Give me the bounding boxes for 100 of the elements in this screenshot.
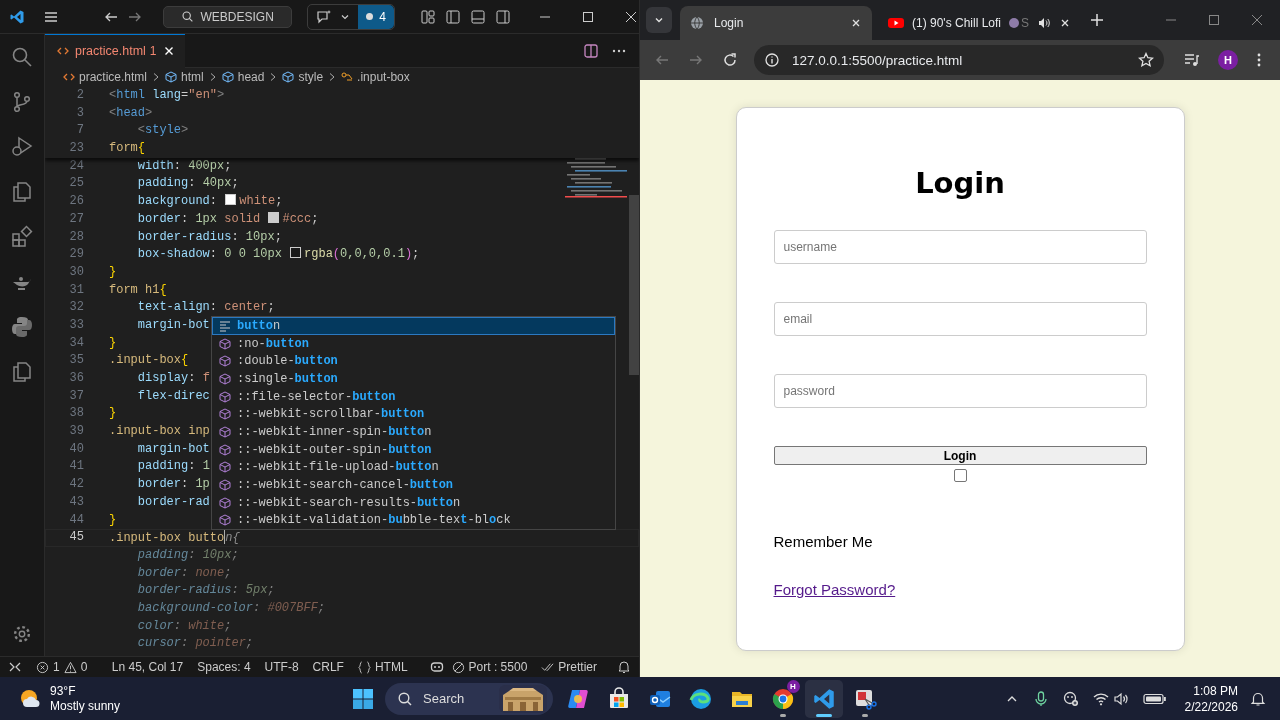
suggestion-item[interactable]: button [212, 317, 615, 335]
scrollbar-thumb[interactable] [629, 195, 639, 375]
close-icon[interactable] [1059, 17, 1071, 29]
line-number: 31 [68, 281, 85, 299]
line-number: 44 [68, 511, 85, 529]
chat-sparkle-icon[interactable] [316, 8, 333, 25]
reload-icon[interactable] [722, 52, 738, 68]
search-icon [181, 10, 195, 23]
breadcrumb-item[interactable]: practice.html [63, 70, 148, 84]
panel-icon[interactable] [470, 8, 486, 25]
line-number: 33 [68, 316, 85, 334]
suggestion-item[interactable]: :no-button [212, 334, 615, 353]
close-icon[interactable] [162, 45, 175, 57]
sidebar-left-icon[interactable] [445, 8, 461, 25]
emoji-plus-icon[interactable] [1062, 690, 1079, 707]
suggestion-item[interactable]: ::-webkit-search-cancel-button [212, 476, 615, 494]
breadcrumb-item[interactable]: style [282, 70, 324, 84]
cube-icon [165, 71, 178, 83]
line-number: 23 [68, 140, 85, 158]
cursor-position[interactable]: Ln 45, Col 17 [111, 660, 184, 674]
profile-avatar[interactable]: H [1218, 50, 1238, 70]
close-icon[interactable] [850, 17, 862, 29]
breadcrumb-item[interactable]: head [221, 70, 265, 84]
suggestion-item[interactable]: ::-webkit-validation-bubble-text-block [212, 511, 615, 530]
search-icon[interactable] [10, 45, 34, 69]
layout-icon[interactable] [420, 8, 436, 25]
files-icon[interactable] [10, 180, 34, 204]
code-icon [63, 71, 75, 83]
suggested-code-line: border-radius: 5px; [136, 582, 275, 600]
app-logo-icon [9, 8, 25, 25]
taskbar-button[interactable]: H [763, 679, 802, 718]
clock[interactable]: 1:08 PM 2/22/2026 [1184, 682, 1238, 715]
line-number: 32 [68, 299, 85, 317]
suggestion-item[interactable]: ::-webkit-file-upload-button [212, 458, 615, 477]
weather-widget[interactable]: 93°F Mostly sunny [18, 683, 353, 714]
code-line: } [109, 263, 117, 281]
command-search-field[interactable]: WEBDESIGN [163, 5, 293, 28]
speaker-icon[interactable] [1037, 16, 1051, 30]
suggestion-item[interactable]: ::-webkit-search-results-button [212, 493, 615, 512]
remote-icon[interactable] [8, 660, 22, 674]
checkbox[interactable] [953, 469, 967, 482]
line-number: 40 [68, 440, 85, 458]
bell-icon[interactable] [1250, 690, 1266, 707]
bell-icon[interactable] [617, 660, 631, 674]
battery-icon[interactable] [1142, 692, 1167, 705]
python-icon[interactable] [10, 315, 34, 339]
extensions-icon[interactable] [10, 225, 34, 249]
breadcrumb-item[interactable]: .input-box [341, 70, 410, 84]
taskbar-button[interactable] [804, 679, 843, 718]
browser-tab[interactable]: (1) 90's Chill Lofi S [878, 6, 1078, 40]
taskbar-search-field[interactable]: Search [385, 682, 553, 715]
code-line: border-rad [136, 493, 210, 511]
code-icon [57, 45, 69, 57]
suggestion-item[interactable]: :double-button [212, 352, 615, 371]
formatter-status[interactable]: Prettier [541, 660, 597, 674]
maximize-icon[interactable] [1207, 13, 1221, 27]
new-tab-icon[interactable] [1090, 13, 1104, 27]
browser-tab[interactable]: Login [680, 6, 872, 40]
bug-play-icon[interactable] [10, 135, 34, 159]
suggestion-item[interactable]: :single-button [212, 370, 615, 388]
suggested-code-line: color: white; [136, 617, 232, 635]
line-ending-status[interactable]: CRLF [312, 660, 344, 674]
language-mode[interactable]: HTML [357, 660, 408, 674]
problems-indicator[interactable]: 1 0 [36, 660, 88, 674]
login-button[interactable]: Login [773, 446, 1147, 465]
star-icon[interactable] [1138, 52, 1154, 68]
suggested-code-line: background-color: #007BFF; [136, 599, 326, 617]
robot-icon[interactable] [429, 660, 444, 674]
start-icon[interactable] [353, 688, 373, 709]
search-icon [397, 690, 413, 707]
copy-icon[interactable] [10, 360, 34, 384]
line-number: 27 [68, 210, 85, 228]
input-field[interactable]: email [773, 302, 1147, 336]
address-bar[interactable]: 127.0.0.1:5500/practice.html [754, 45, 1164, 75]
indentation-status[interactable]: Spaces: 4 [197, 660, 251, 674]
cube-icon [219, 390, 231, 403]
settings-icon[interactable] [11, 623, 33, 645]
encoding-status[interactable]: UTF-8 [264, 660, 299, 674]
suggestion-item[interactable]: ::-webkit-outer-spin-button [212, 440, 615, 459]
code-line: } [109, 334, 117, 352]
input-field[interactable]: password [773, 374, 1147, 408]
suggestion-item[interactable]: ::-webkit-scrollbar-button [212, 405, 615, 424]
code-line: background: white; [136, 193, 283, 211]
suggestion-item[interactable]: ::-webkit-inner-spin-button [212, 423, 615, 441]
suggestion-item[interactable]: ::file-selector-button [212, 387, 615, 406]
sidebar-right-icon[interactable] [495, 8, 511, 25]
line-number: 39 [68, 423, 85, 441]
breadcrumb-item[interactable]: html [165, 70, 204, 84]
playlist-icon[interactable] [1184, 52, 1200, 68]
text-lines-icon [219, 319, 231, 332]
microphone-icon[interactable] [1032, 690, 1049, 707]
input-field[interactable]: username [773, 230, 1147, 264]
volume-icon[interactable] [1112, 690, 1129, 707]
editor-tab[interactable]: practice.html 1 [45, 33, 185, 68]
info-icon[interactable] [764, 52, 780, 68]
forgot-password-link[interactable]: Forgot Password? [773, 580, 896, 600]
live-server-status[interactable]: Port : 5500 [451, 660, 528, 674]
notification-badge[interactable]: 4 [358, 4, 394, 29]
split-editor-icon[interactable] [583, 42, 599, 59]
color-wheel-icon [770, 686, 795, 711]
